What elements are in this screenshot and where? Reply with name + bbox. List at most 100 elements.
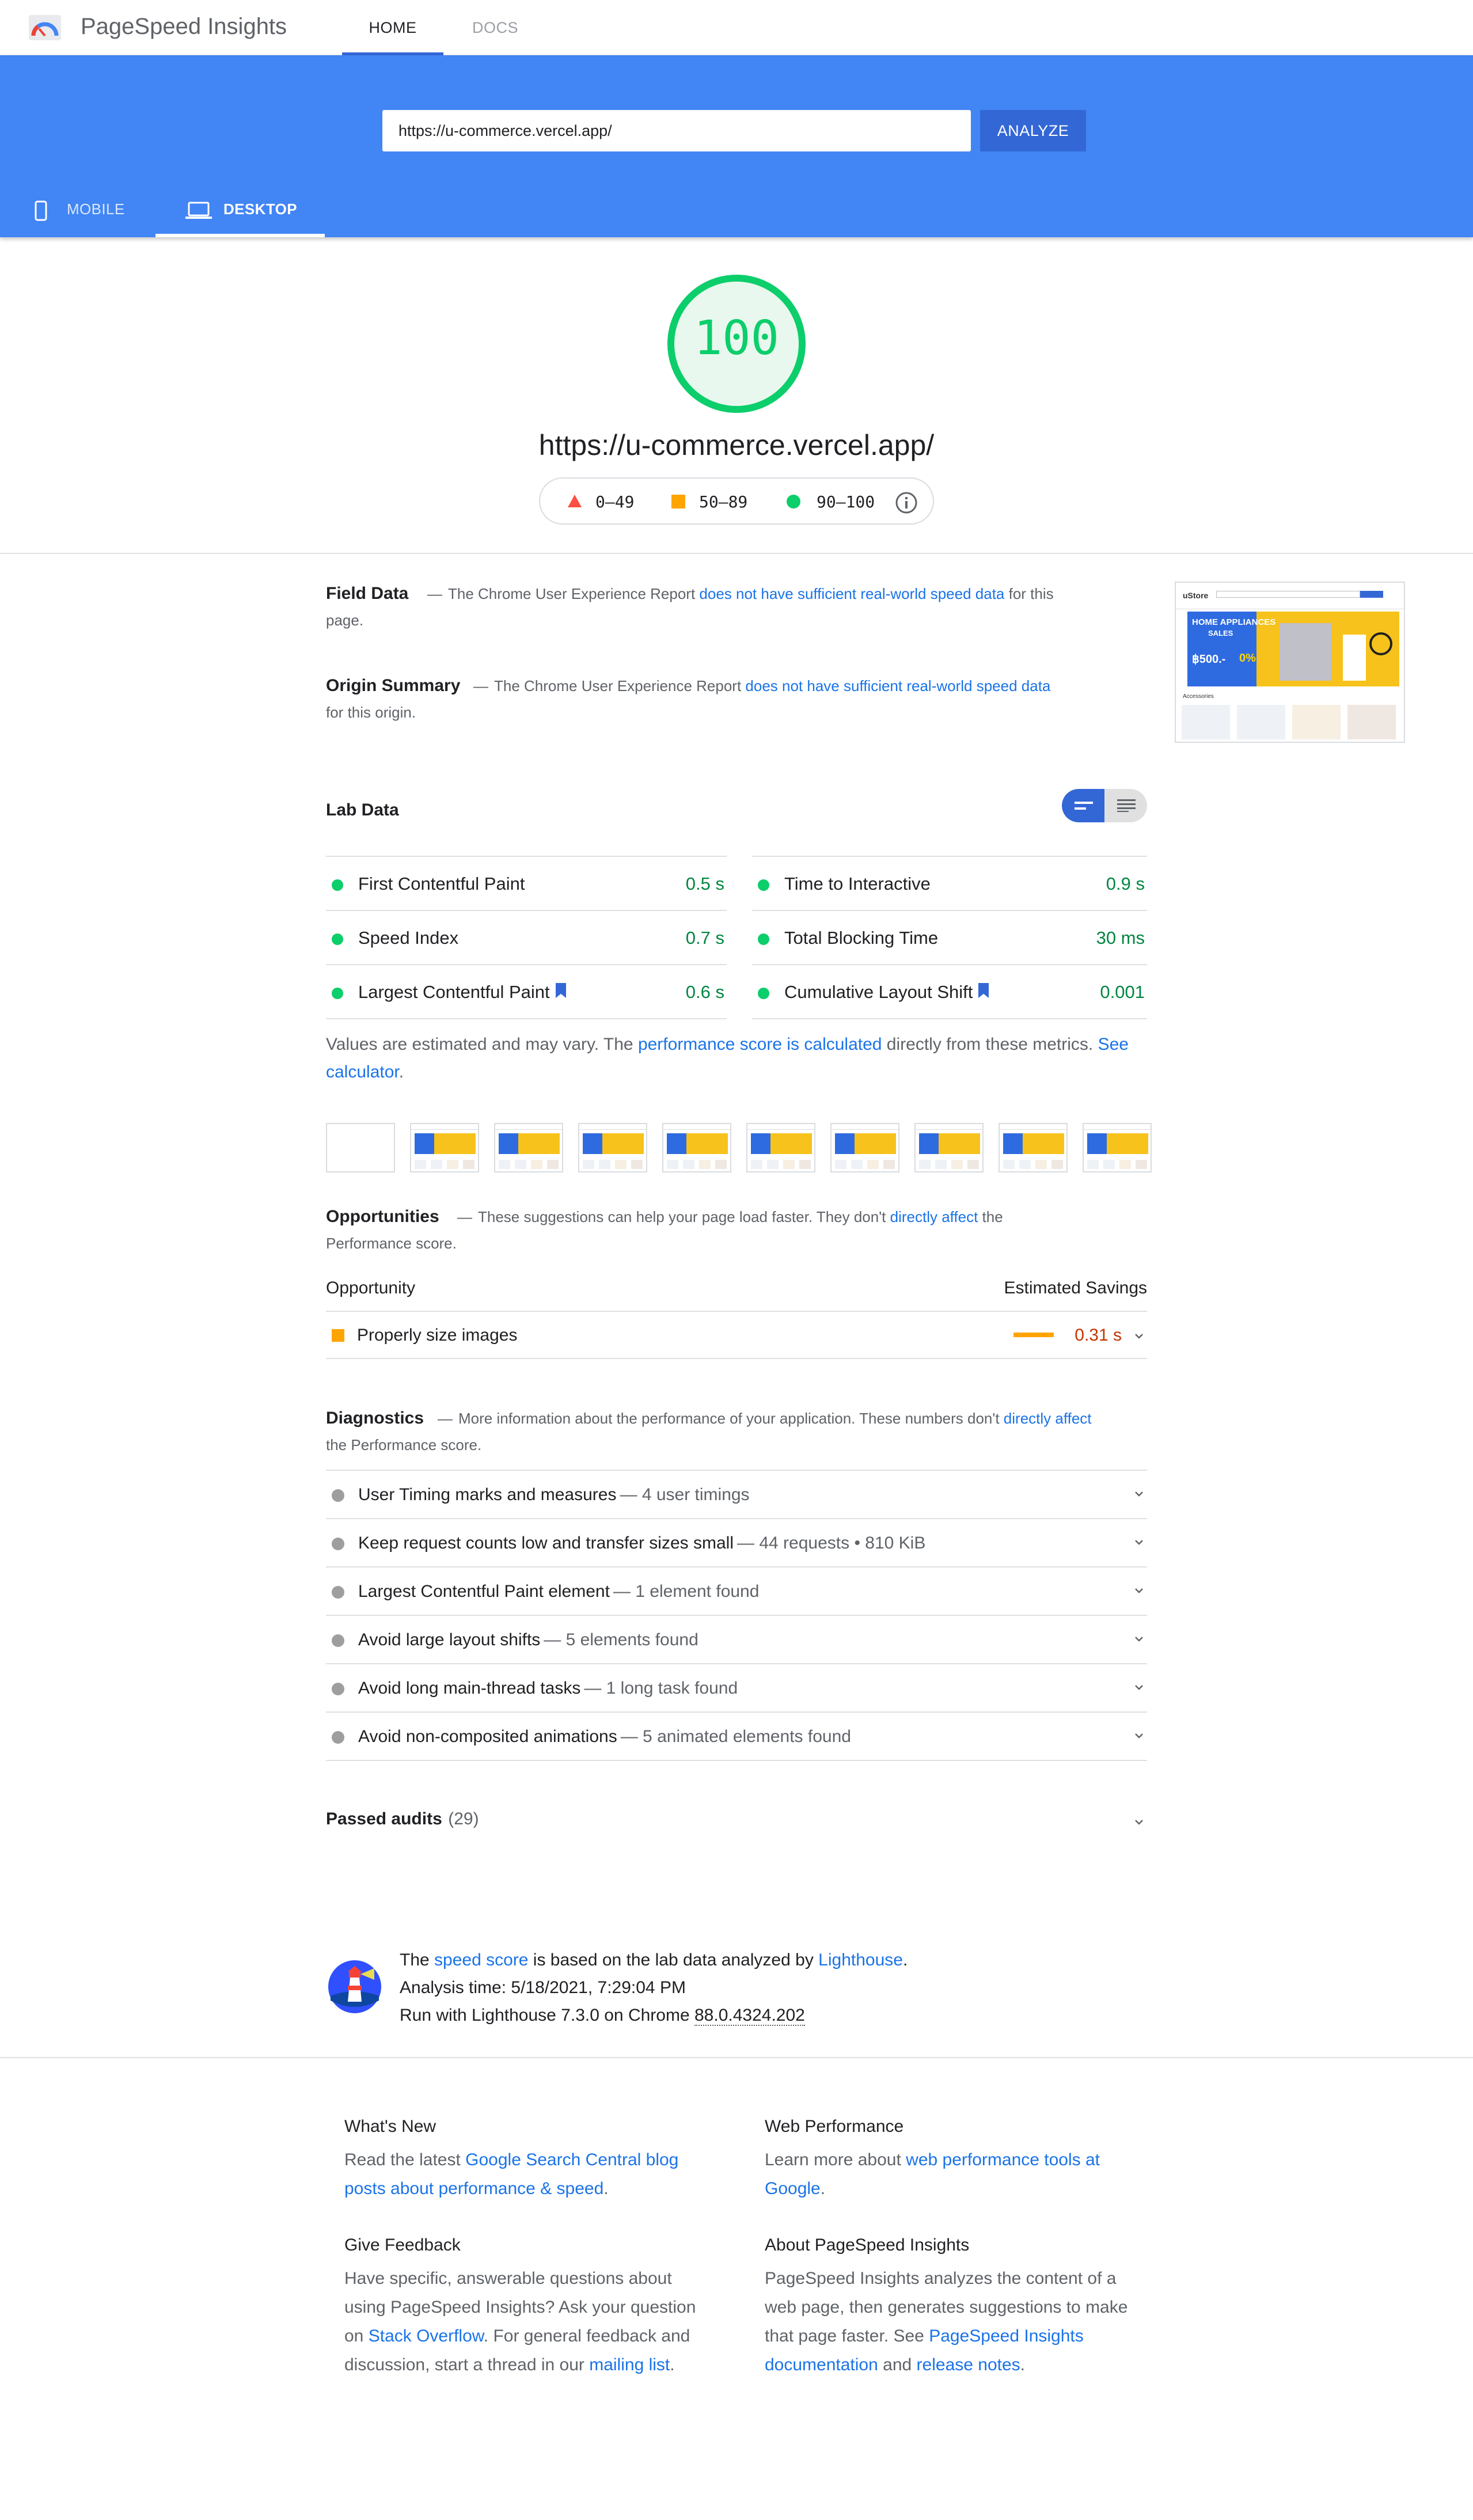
diagnostic-row[interactable]: Avoid non-composited animations — 5 anima… (326, 1713, 1147, 1761)
about-mid: and (878, 2355, 917, 2374)
lh-text-1: The (400, 1950, 435, 1969)
metric-value: 0.9 s (1106, 874, 1145, 894)
diagnostic-text: Keep request counts low and transfer siz… (358, 1534, 925, 1553)
performance-score: 100 (693, 311, 780, 366)
opportunity-row-properly-size-images[interactable]: Properly size images 0.31 s (326, 1312, 1147, 1359)
origin-summary-text: The Chrome User Experience Report (494, 677, 746, 694)
diagnostic-detail: — 44 requests • 810 KiB (737, 1534, 926, 1553)
analysis-time: Analysis time: 5/18/2021, 7:29:04 PM (400, 1978, 686, 1997)
diagnostic-name: Largest Contentful Paint element (358, 1582, 610, 1601)
preview-banner-subtitle: SALES (1208, 629, 1233, 637)
metric-value: 0.5 s (685, 874, 724, 894)
speed-score-link[interactable]: speed score (434, 1950, 528, 1969)
diagnostic-row[interactable]: Avoid long main-thread tasks — 1 long tas… (326, 1664, 1147, 1713)
performance-score-link[interactable]: performance score is calculated (638, 1035, 882, 1054)
diagnostics-link[interactable]: directly affect (1004, 1410, 1092, 1427)
field-data-text: The Chrome User Experience Report (448, 585, 700, 602)
diagnostics-description: — More information about the performance … (326, 1410, 1092, 1453)
preview-fan-image (1369, 632, 1392, 655)
legend-pass-range: 90–100 (817, 492, 875, 511)
metric-value: 0.6 s (685, 982, 724, 1002)
filmstrip-frame (1083, 1123, 1152, 1172)
stack-overflow-link[interactable]: Stack Overflow (369, 2327, 484, 2346)
field-data-link[interactable]: does not have sufficient real-world spee… (699, 585, 1004, 602)
whats-new-pre: Read the latest (344, 2150, 466, 2169)
pass-circle-icon (758, 988, 769, 999)
tab-mobile[interactable]: MOBILE (31, 181, 146, 237)
analyzed-url: https://u-commerce.vercel.app/ (538, 429, 935, 461)
metric-name: Total Blocking Time (784, 928, 939, 948)
metric-value: 0.001 (1100, 982, 1145, 1002)
mailing-list-link[interactable]: mailing list (589, 2355, 670, 2374)
diagnostic-row[interactable]: Keep request counts low and transfer siz… (326, 1519, 1147, 1568)
diagnostic-row[interactable]: User Timing marks and measures — 4 user t… (326, 1471, 1147, 1519)
divider (0, 553, 1473, 554)
metric-value: 0.7 s (685, 928, 724, 948)
preview-product-4 (1347, 705, 1396, 739)
about-post: . (1020, 2355, 1026, 2374)
savings-bar (1013, 1333, 1054, 1337)
compact-view-icon (1075, 802, 1093, 810)
preview-search-btn (1360, 591, 1383, 598)
lighthouse-link[interactable]: Lighthouse (818, 1950, 903, 1969)
search-hero: https://u-commerce.vercel.app/ ANALYZE M… (0, 55, 1473, 237)
metric-name: Largest Contentful Paint (358, 982, 550, 1002)
tab-desktop[interactable]: DESKTOP (155, 181, 325, 237)
whats-new-post: . (603, 2179, 609, 2198)
preview-banner-title: HOME APPLIANCES (1192, 617, 1276, 627)
nav-tab-home[interactable]: HOME (342, 0, 443, 55)
passed-audits-label: Passed audits (326, 1809, 442, 1828)
chevron-down-icon[interactable] (1133, 1330, 1145, 1342)
chevron-down-icon[interactable] (1133, 1633, 1145, 1645)
chevron-down-icon[interactable] (1133, 1536, 1145, 1548)
chevron-down-icon[interactable] (1133, 1488, 1145, 1500)
diagnostic-row[interactable]: Largest Contentful Paint element — 1 elem… (326, 1568, 1147, 1616)
metric-name: Time to Interactive (784, 874, 931, 894)
filmstrip-frame (326, 1123, 395, 1172)
top-bar: PageSpeed Insights HOME DOCS (0, 0, 1473, 55)
analyze-button[interactable]: ANALYZE (980, 110, 1086, 151)
release-notes-link[interactable]: release notes (917, 2355, 1020, 2374)
preview-appliance-image (1280, 623, 1331, 681)
opportunities-link[interactable]: directly affect (890, 1208, 978, 1225)
expanded-view-icon[interactable] (1117, 799, 1136, 812)
preview-product-2 (1237, 705, 1285, 739)
passed-audits-toggle[interactable]: Passed audits (29) (326, 1809, 1147, 1844)
lighthouse-logo-icon (328, 1960, 381, 2013)
info-circle-icon (332, 1586, 344, 1599)
origin-summary-link[interactable]: does not have sufficient real-world spee… (745, 677, 1050, 694)
give-feedback-title: Give Feedback (344, 2236, 461, 2255)
info-circle-icon (332, 1538, 344, 1550)
average-square-icon (332, 1329, 344, 1342)
chevron-down-icon[interactable] (1133, 1730, 1145, 1741)
opportunities-description: — These suggestions can help your page lo… (326, 1208, 1003, 1252)
chevron-down-icon[interactable] (1133, 1585, 1145, 1596)
chrome-version[interactable]: 88.0.4324.202 (694, 2006, 805, 2026)
web-perf-pre: Learn more about (765, 2150, 906, 2169)
chevron-down-icon[interactable] (1133, 1816, 1145, 1828)
phone-icon (35, 200, 47, 221)
diagnostic-detail: — 1 long task found (584, 1679, 738, 1698)
preview-banner-discount: 0% (1239, 652, 1256, 665)
info-icon[interactable] (895, 491, 918, 514)
url-input[interactable]: https://u-commerce.vercel.app/ (382, 110, 971, 151)
preview-product-1 (1182, 705, 1230, 739)
app-title: PageSpeed Insights (81, 14, 287, 39)
preview-banner-price: ฿500.- (1192, 653, 1226, 666)
legend-average-range: 50–89 (699, 492, 748, 511)
pass-circle-icon (758, 933, 769, 945)
nav-tab-docs[interactable]: DOCS (461, 0, 530, 55)
metrics-view-toggle[interactable] (1062, 789, 1147, 822)
chevron-down-icon[interactable] (1133, 1682, 1145, 1693)
run-with-text: Run with Lighthouse 7.3.0 on Chrome (400, 2006, 694, 2025)
metric-value: 30 ms (1096, 928, 1145, 948)
pagespeed-logo-icon[interactable] (28, 13, 62, 43)
preview-section-label: Accessories (1183, 693, 1214, 700)
origin-summary-description: — The Chrome User Experience Report does … (326, 677, 1051, 721)
web-perf-post: . (820, 2179, 826, 2198)
score-legend: 0–49 50–89 90–100 (539, 477, 934, 525)
diagnostic-row[interactable]: Avoid large layout shifts — 5 elements fo… (326, 1616, 1147, 1664)
pass-circle-icon (758, 879, 769, 891)
passed-audits-count: (29) (448, 1809, 479, 1828)
pass-circle-icon (332, 933, 343, 945)
